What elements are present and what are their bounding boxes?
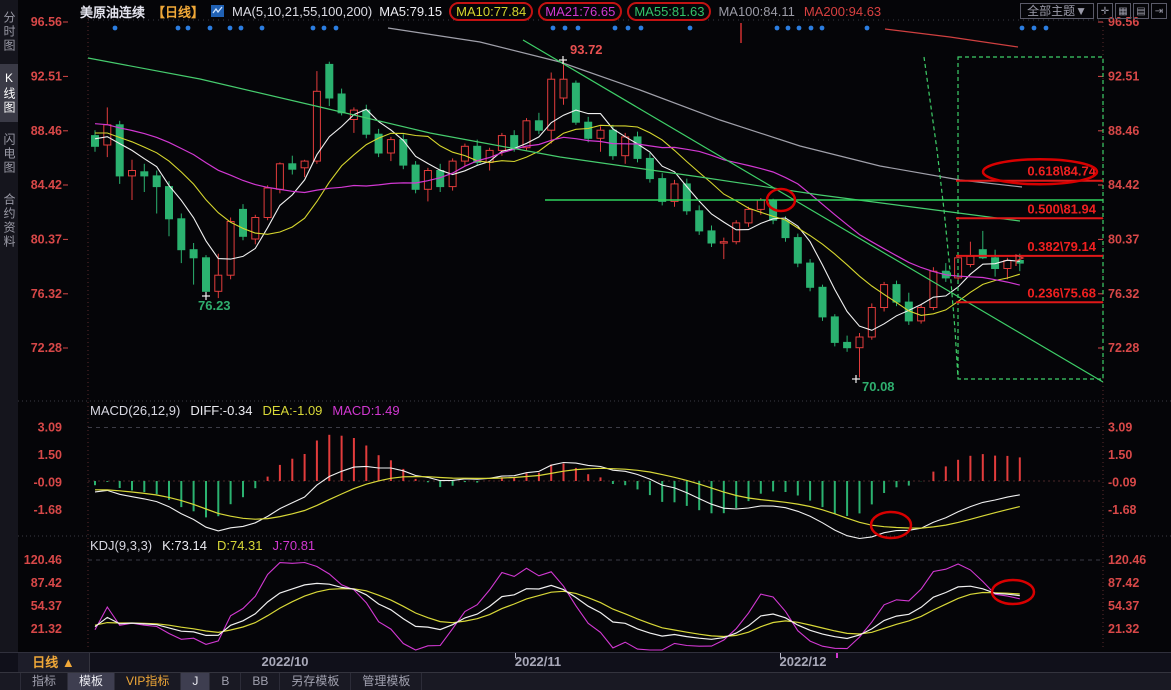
svg-text:92.51: 92.51 (1108, 69, 1139, 83)
ma-value-2: MA10:77.84 (449, 2, 533, 21)
macd-macd-value: MACD:1.49 (332, 403, 399, 418)
svg-text:96.56: 96.56 (31, 15, 62, 29)
svg-text:3.09: 3.09 (1108, 421, 1132, 435)
sidebar-item-1[interactable]: 分时图 (0, 4, 18, 60)
svg-text:76.32: 76.32 (1108, 287, 1139, 301)
svg-text:-1.68: -1.68 (34, 503, 63, 517)
month-tick-mark (515, 653, 516, 658)
bottom-tab-3[interactable]: VIP指标 (115, 673, 181, 690)
candles-layer (92, 60, 1024, 377)
svg-text:88.46: 88.46 (31, 124, 62, 138)
kdj-layer (95, 563, 1020, 651)
svg-text:76.32: 76.32 (31, 287, 62, 301)
svg-text:93.72: 93.72 (570, 42, 603, 57)
kdj-d-value: D:74.31 (217, 538, 263, 553)
svg-text:72.28: 72.28 (1108, 341, 1139, 355)
date-tick-3: 2022/12 (780, 654, 827, 669)
macd-layer (95, 435, 1020, 539)
svg-text:-0.09: -0.09 (1108, 476, 1137, 490)
date-tick-2: 2022/11 (515, 654, 561, 669)
svg-text:120.46: 120.46 (24, 553, 62, 567)
svg-text:80.37: 80.37 (31, 232, 62, 246)
mini-chart-icon (211, 4, 225, 18)
ma-value-6: MA200:94.63 (804, 4, 881, 19)
svg-text:70.08: 70.08 (862, 379, 895, 394)
svg-text:72.28: 72.28 (31, 341, 62, 355)
date-axis-row: 日线 ▲ 2022/10 2022/11 2022/12 (0, 652, 1171, 672)
svg-text:21.32: 21.32 (1108, 622, 1139, 636)
svg-text:21.32: 21.32 (31, 622, 62, 636)
macd-name-label: MACD(26,12,9) (90, 403, 180, 418)
period-selector[interactable]: 日线 ▲ (18, 653, 90, 673)
fibonacci-levels[interactable]: 0.618\84.74 0.500\81.94 0.382\79.14 0.236\7… (956, 159, 1103, 302)
app-window: 96.5696.5692.5192.5188.4688.4684.4284.42… (0, 0, 1171, 690)
svg-text:87.42: 87.42 (1108, 576, 1139, 590)
svg-text:54.37: 54.37 (1108, 599, 1139, 613)
ma-values: MA5:79.15 MA10:77.84 MA21:76.65 MA55:81.63 M… (379, 2, 881, 21)
symbol-title: 美原油连续 (80, 2, 145, 21)
collapse-right-icon[interactable]: ⇥ (1151, 3, 1167, 19)
bottom-tab-8[interactable]: 管理模板 (351, 673, 422, 690)
svg-text:-0.09: -0.09 (34, 476, 63, 490)
svg-text:88.46: 88.46 (1108, 124, 1139, 138)
date-tick-1: 2022/10 (262, 654, 309, 669)
drawing-lines-layer[interactable] (523, 40, 1103, 382)
sidebar-item-2[interactable]: K线图 (0, 64, 18, 122)
kdj-panel-header: KDJ(9,3,3) K:73.14 D:74.31 J:70.81 (90, 538, 315, 553)
svg-text:80.37: 80.37 (1108, 232, 1139, 246)
ma-value-5: MA100:84.11 (718, 4, 794, 19)
svg-text:0.618\84.74: 0.618\84.74 (1027, 164, 1096, 179)
kdj-k-value: K:73.14 (162, 538, 207, 553)
macd-dea-value: DEA:-1.09 (262, 403, 322, 418)
cursor-tick-mark (836, 653, 838, 658)
period-tag: 【日线】 (152, 2, 204, 21)
bottom-tab-6[interactable]: BB (241, 673, 280, 690)
svg-text:84.42: 84.42 (1108, 178, 1139, 192)
svg-text:87.42: 87.42 (31, 576, 62, 590)
bottom-tab-bar: 指标模板VIP指标JBBB另存模板管理模板 (0, 672, 1171, 690)
ma-value-1: MA5:79.15 (379, 4, 442, 19)
macd-diff-value: DIFF:-0.34 (190, 403, 252, 418)
ma-value-3: MA21:76.65 (538, 2, 622, 21)
svg-text:0.382\79.14: 0.382\79.14 (1027, 239, 1096, 254)
crosshair-icon[interactable]: ✛ (1097, 3, 1113, 19)
macd-panel-header: MACD(26,12,9) DIFF:-0.34 DEA:-1.09 MACD:… (90, 403, 400, 418)
svg-text:3.09: 3.09 (38, 421, 62, 435)
bottom-tab-7[interactable]: 另存模板 (280, 673, 351, 690)
svg-text:54.37: 54.37 (31, 599, 62, 613)
sidebar-item-3[interactable]: 闪电图 (0, 126, 18, 182)
pane-grid-icon[interactable]: ▦ (1115, 3, 1131, 19)
theme-select-button[interactable]: 全部主题▼ (1020, 3, 1094, 19)
ma-group-label: MA(5,10,21,55,100,200) (232, 4, 372, 19)
chart-header: 美原油连续 【日线】 MA(5,10,21,55,100,200) MA5:79… (80, 0, 1167, 22)
bottom-tab-2[interactable]: 模板 (68, 673, 115, 690)
kdj-j-value: J:70.81 (273, 538, 316, 553)
svg-text:76.23: 76.23 (198, 298, 231, 313)
ma-value-4: MA55:81.63 (627, 2, 711, 21)
svg-text:84.42: 84.42 (31, 178, 62, 192)
svg-text:92.51: 92.51 (31, 69, 62, 83)
kdj-name-label: KDJ(9,3,3) (90, 538, 152, 553)
left-sidebar: 分时图 K线图闪电图合约资料 (0, 0, 18, 690)
bottom-tab-1[interactable]: 指标 (20, 673, 68, 690)
month-tick-mark (780, 653, 781, 658)
bottom-tab-5[interactable]: B (210, 673, 241, 690)
sidebar-item-4[interactable]: 合约资料 (0, 186, 18, 256)
svg-text:120.46: 120.46 (1108, 553, 1146, 567)
bottom-tab-4[interactable]: J (181, 673, 210, 690)
svg-text:0.500\81.94: 0.500\81.94 (1027, 201, 1096, 216)
svg-text:-1.68: -1.68 (1108, 503, 1137, 517)
main-chart-svg[interactable]: 96.5696.5692.5192.5188.4688.4684.4284.42… (0, 0, 1171, 690)
svg-text:1.50: 1.50 (38, 448, 62, 462)
svg-text:1.50: 1.50 (1108, 448, 1132, 462)
svg-text:0.236\75.68: 0.236\75.68 (1027, 285, 1096, 300)
chart-pane-icon[interactable]: ▤ (1133, 3, 1149, 19)
